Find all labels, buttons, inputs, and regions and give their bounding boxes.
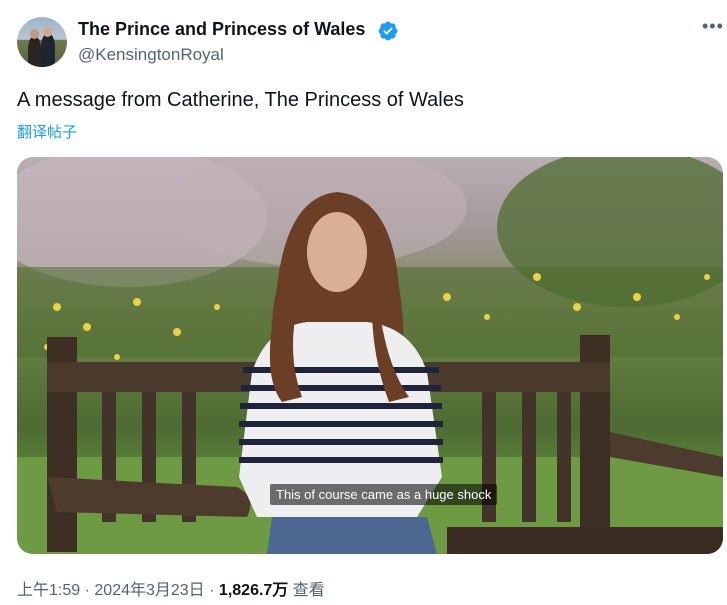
avatar-figure-right: [41, 34, 55, 67]
meta-separator: ·: [209, 582, 215, 599]
author-handle[interactable]: @KensingtonRoyal: [78, 45, 224, 65]
video-player[interactable]: This of course came as a huge shock: [17, 157, 723, 554]
verified-badge-icon: [378, 21, 398, 41]
views-label: 查看: [292, 582, 325, 599]
tweet-time[interactable]: 上午1:59: [17, 582, 80, 599]
video-caption: This of course came as a huge shock: [270, 484, 498, 505]
translate-post-link[interactable]: 翻译帖子: [17, 121, 77, 142]
tweet-date[interactable]: 2024年3月23日: [94, 582, 204, 599]
avatar[interactable]: [17, 17, 67, 67]
avatar-head-left: [30, 29, 39, 39]
meta-separator: ·: [84, 582, 90, 599]
tweet-text: A message from Catherine, The Princess o…: [17, 89, 464, 111]
views-count: 1,826.7万: [218, 582, 289, 599]
more-options-icon[interactable]: •••: [702, 16, 724, 37]
tweet-meta: 上午1:59 · 2024年3月23日 · 1,826.7万 查看: [17, 576, 325, 600]
avatar-figure-left: [28, 37, 41, 67]
avatar-head-right: [43, 27, 52, 37]
author-display-name[interactable]: The Prince and Princess of Wales: [78, 19, 365, 40]
